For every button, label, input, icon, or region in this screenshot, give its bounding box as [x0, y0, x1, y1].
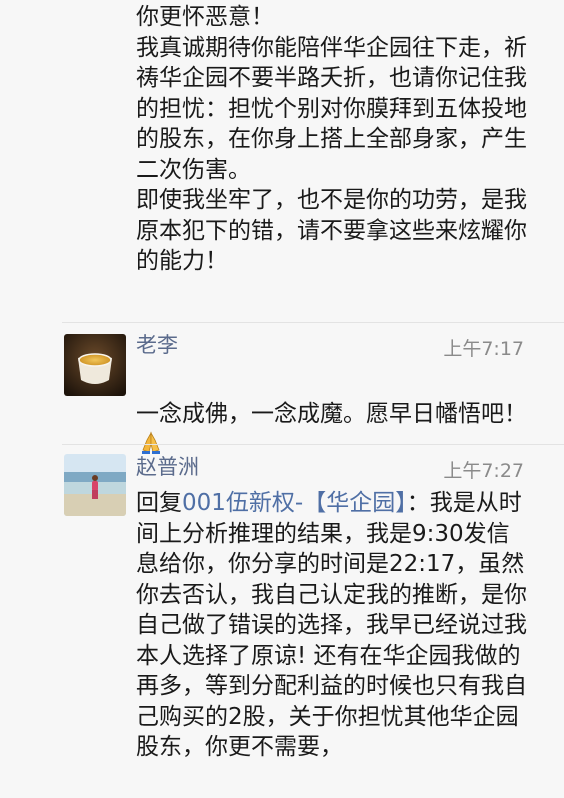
- message-divider: [62, 322, 564, 323]
- tea-cup-avatar-image: [64, 334, 126, 396]
- message-text: 你更怀恶意！ 我真诚期待你能陪伴华企园往下走，祈祷华企园不要半路夭折，也请你记住…: [136, 4, 527, 274]
- message-text-content: ：我是从时间上分析推理的结果，我是9:30发信息给你，你分享的时间是22:17，…: [136, 490, 527, 760]
- chat-thread: 你更怀恶意！ 我真诚期待你能陪伴华企园往下走，祈祷华企园不要半路夭折，也请你记住…: [0, 0, 564, 798]
- avatar[interactable]: [64, 454, 126, 516]
- beach-avatar-image: [64, 454, 126, 516]
- message-divider: [62, 444, 564, 445]
- sender-name[interactable]: 老李: [136, 332, 178, 358]
- message-timestamp: 上午7:17: [443, 338, 524, 360]
- message-text: 一念成佛，一念成魔。愿早日幡悟吧！: [136, 368, 528, 460]
- message-text: 回复001伍新权-【华企园】：我是从时间上分析推理的结果，我是9:30发信息给你…: [136, 488, 528, 763]
- avatar[interactable]: [64, 334, 126, 396]
- sender-name[interactable]: 赵普洲: [136, 454, 199, 480]
- message-text-content: 一念成佛，一念成魔。愿早日幡悟吧！: [136, 400, 527, 427]
- reply-prefix: 回复: [136, 490, 182, 516]
- reply-mention-link[interactable]: 001伍新权-【华企园】: [182, 490, 407, 516]
- pray-icon: [142, 431, 160, 454]
- message-timestamp: 上午7:27: [443, 460, 524, 482]
